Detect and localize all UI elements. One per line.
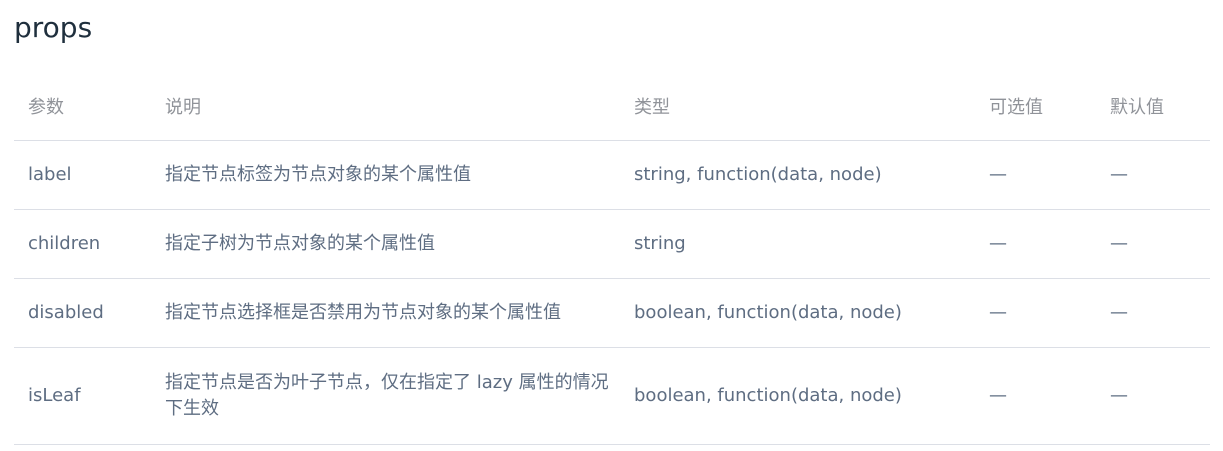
header-options: 可选值 [975, 72, 1096, 141]
table-row: disabled 指定节点选择框是否禁用为节点对象的某个属性值 boolean,… [14, 278, 1210, 348]
table-row: isLeaf 指定节点是否为叶子节点，仅在指定了 lazy 属性的情况下生效 b… [14, 347, 1210, 445]
cell-default: — [1096, 278, 1210, 348]
header-param: 参数 [14, 72, 151, 141]
cell-description: 指定节点选择框是否禁用为节点对象的某个属性值 [151, 278, 620, 348]
cell-param: children [14, 209, 151, 279]
props-table: 参数 说明 类型 可选值 默认值 label 指定节点标签为节点对象的某个属性值… [14, 72, 1210, 445]
table-header-row: 参数 说明 类型 可选值 默认值 [14, 72, 1210, 141]
header-type: 类型 [620, 72, 975, 141]
table-row: children 指定子树为节点对象的某个属性值 string — — [14, 209, 1210, 279]
table-body: label 指定节点标签为节点对象的某个属性值 string, function… [14, 140, 1210, 445]
cell-type: boolean, function(data, node) [620, 347, 975, 445]
section-title: props [14, 11, 93, 44]
cell-description: 指定子树为节点对象的某个属性值 [151, 209, 620, 279]
cell-description: 指定节点标签为节点对象的某个属性值 [151, 140, 620, 210]
header-description: 说明 [151, 72, 620, 141]
cell-type: string, function(data, node) [620, 140, 975, 210]
cell-default: — [1096, 209, 1210, 279]
cell-options: — [975, 278, 1096, 348]
cell-default: — [1096, 347, 1210, 445]
cell-default: — [1096, 140, 1210, 210]
cell-type: string [620, 209, 975, 279]
cell-options: — [975, 140, 1096, 210]
cell-param: isLeaf [14, 347, 151, 445]
cell-options: — [975, 209, 1096, 279]
cell-param: label [14, 140, 151, 210]
table-row: label 指定节点标签为节点对象的某个属性值 string, function… [14, 140, 1210, 210]
cell-description: 指定节点是否为叶子节点，仅在指定了 lazy 属性的情况下生效 [151, 347, 620, 445]
table-header: 参数 说明 类型 可选值 默认值 [14, 72, 1210, 141]
cell-param: disabled [14, 278, 151, 348]
cell-type: boolean, function(data, node) [620, 278, 975, 348]
cell-options: — [975, 347, 1096, 445]
header-default: 默认值 [1096, 72, 1210, 141]
